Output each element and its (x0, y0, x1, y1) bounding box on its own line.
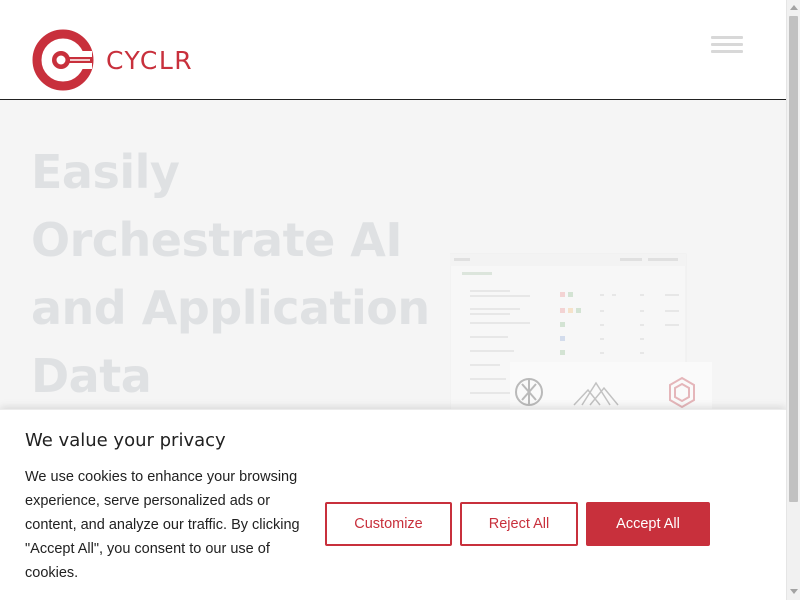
brand-name: CYCLR (106, 45, 194, 75)
scroll-down-arrow-icon[interactable] (790, 589, 798, 594)
scroll-up-arrow-icon[interactable] (790, 5, 798, 10)
cyclr-logo-icon (32, 29, 94, 91)
hamburger-menu-icon[interactable] (706, 32, 748, 58)
cookie-consent-banner: We value your privacy We use cookies to … (0, 409, 786, 600)
hero-title-line: Easily (31, 145, 180, 199)
customize-button[interactable]: Customize (325, 502, 452, 546)
hero-title-line: Orchestrate AI (31, 213, 403, 267)
cyclr-logo-link[interactable]: CYCLR (32, 29, 193, 91)
cookie-banner-text: We use cookies to enhance your browsing … (25, 469, 300, 581)
scrollbar-thumb[interactable] (789, 16, 798, 502)
cookie-banner-title: We value your privacy (25, 430, 226, 451)
site-header: CYCLR (0, 0, 786, 100)
hero-title-line: Data (31, 349, 152, 403)
product-screenshot-image (450, 250, 712, 420)
hero-title-line: and Application (31, 281, 430, 335)
reject-all-button[interactable]: Reject All (460, 502, 578, 546)
hero-title: Easily Orchestrate AI and Application Da… (31, 138, 430, 410)
accept-all-button[interactable]: Accept All (586, 502, 710, 546)
vertical-scrollbar[interactable] (786, 0, 800, 600)
